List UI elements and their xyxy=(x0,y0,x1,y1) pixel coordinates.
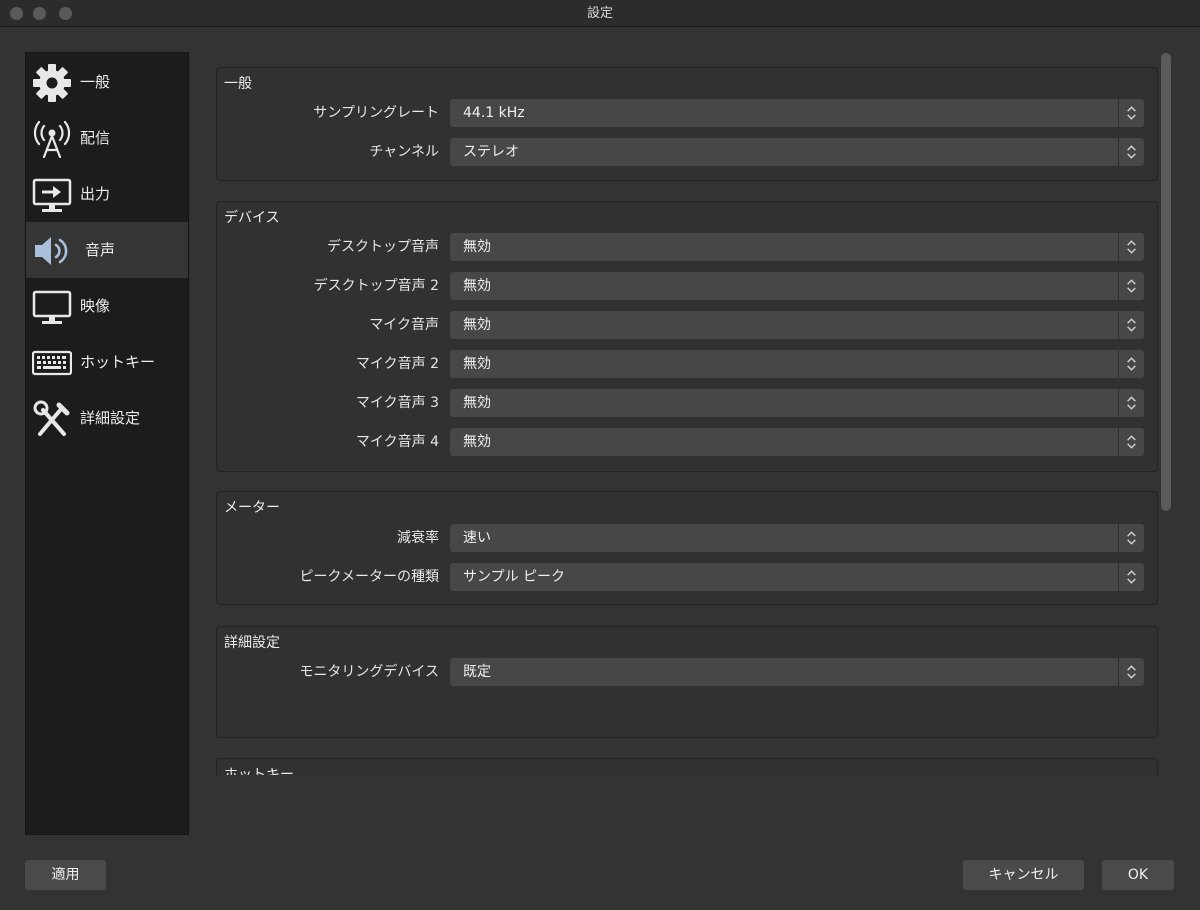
desktop-audio-select[interactable]: 無効 xyxy=(450,233,1144,261)
updown-chevron-icon xyxy=(1118,389,1136,417)
cancel-button[interactable]: キャンセル xyxy=(963,860,1084,890)
sidebar-item-label: 出力 xyxy=(80,185,111,203)
output-monitor-icon xyxy=(32,178,72,212)
monitoring-device-select[interactable]: 既定 xyxy=(450,658,1144,686)
monitor-icon xyxy=(32,290,72,324)
meters-group: メーター 減衰率 速い ピークメーターの種類 サンプル ピーク xyxy=(216,491,1158,605)
decay-rate-select[interactable]: 速い xyxy=(450,524,1144,552)
settings-window: 設定 一般 配信 出力 音声 映像 ホットキー 詳細設定 一般 サンプリングレー… xyxy=(0,0,1200,910)
mic-audio-4-select[interactable]: 無効 xyxy=(450,428,1144,456)
keyboard-icon xyxy=(32,350,72,376)
content-scrollbar[interactable] xyxy=(1161,53,1171,511)
desktop-audio-row: デスクトップ音声 無効 xyxy=(217,233,1157,261)
hotkeys-group: ホットキー xyxy=(216,758,1158,775)
sample-rate-label: サンプリングレート xyxy=(313,105,439,121)
desktop-audio-label: デスクトップ音声 xyxy=(327,239,439,255)
select-value: 無効 xyxy=(463,317,491,333)
channels-select[interactable]: ステレオ xyxy=(450,138,1144,166)
updown-chevron-icon xyxy=(1118,563,1136,591)
general-group: 一般 サンプリングレート 44.1 kHz チャンネル ステレオ xyxy=(216,67,1158,181)
settings-sidebar: 一般 配信 出力 音声 映像 ホットキー 詳細設定 xyxy=(25,52,189,835)
window-title: 設定 xyxy=(586,6,613,21)
mic-audio-2-row: マイク音声 2 無効 xyxy=(217,350,1157,378)
sidebar-item-label: 一般 xyxy=(80,73,111,91)
title-bar: 設定 xyxy=(0,0,1200,27)
broadcast-antenna-icon xyxy=(33,120,71,158)
sample-rate-row: サンプリングレート 44.1 kHz xyxy=(217,99,1157,127)
mic-audio-3-row: マイク音声 3 無効 xyxy=(217,389,1157,417)
select-value: 無効 xyxy=(463,434,491,450)
sidebar-item-stream[interactable]: 配信 xyxy=(26,110,188,166)
select-value: 無効 xyxy=(463,278,491,294)
updown-chevron-icon xyxy=(1118,99,1136,127)
mic-audio-2-label: マイク音声 2 xyxy=(355,356,439,372)
group-title: デバイス xyxy=(224,210,280,226)
decay-rate-row: 減衰率 速い xyxy=(217,524,1157,552)
tools-icon xyxy=(33,400,70,436)
select-value: 既定 xyxy=(463,664,491,680)
sidebar-item-video[interactable]: 映像 xyxy=(26,278,188,334)
peak-meter-type-label: ピークメーターの種類 xyxy=(299,569,439,585)
apply-button[interactable]: 適用 xyxy=(25,860,106,890)
sidebar-item-label: 映像 xyxy=(80,297,111,315)
peak-meter-type-select[interactable]: サンプル ピーク xyxy=(450,563,1144,591)
ok-button[interactable]: OK xyxy=(1102,860,1174,890)
gear-icon xyxy=(33,64,71,102)
sidebar-item-advanced[interactable]: 詳細設定 xyxy=(26,390,188,446)
select-value: ステレオ xyxy=(463,144,519,160)
select-value: サンプル ピーク xyxy=(463,569,566,585)
mic-audio-2-select[interactable]: 無効 xyxy=(450,350,1144,378)
monitoring-device-label: モニタリングデバイス xyxy=(299,664,439,680)
sidebar-item-general[interactable]: 一般 xyxy=(26,54,188,110)
peak-meter-type-row: ピークメーターの種類 サンプル ピーク xyxy=(217,563,1157,591)
mic-audio-3-label: マイク音声 3 xyxy=(355,395,439,411)
select-value: 無効 xyxy=(463,239,491,255)
select-value: 無効 xyxy=(463,356,491,372)
group-title: 一般 xyxy=(224,76,252,92)
desktop-audio-2-select[interactable]: 無効 xyxy=(450,272,1144,300)
mic-audio-4-label: マイク音声 4 xyxy=(355,434,439,450)
updown-chevron-icon xyxy=(1118,350,1136,378)
updown-chevron-icon xyxy=(1118,428,1136,456)
sample-rate-select[interactable]: 44.1 kHz xyxy=(450,99,1144,127)
sidebar-item-label: 詳細設定 xyxy=(80,409,141,427)
audio-settings-panel: 一般 サンプリングレート 44.1 kHz チャンネル ステレオ デバイス デス… xyxy=(216,52,1160,775)
updown-chevron-icon xyxy=(1118,658,1136,686)
sidebar-item-output[interactable]: 出力 xyxy=(26,166,188,222)
advanced-group: 詳細設定 モニタリングデバイス 既定 xyxy=(216,626,1158,738)
channels-row: チャンネル ステレオ xyxy=(217,138,1157,166)
sidebar-item-label: ホットキー xyxy=(80,353,156,371)
group-title: メーター xyxy=(224,500,280,516)
updown-chevron-icon xyxy=(1118,272,1136,300)
select-value: 44.1 kHz xyxy=(463,105,525,121)
updown-chevron-icon xyxy=(1118,311,1136,339)
devices-group: デバイス デスクトップ音声 無効 デスクトップ音声 2 無効 マイク音声 無効 xyxy=(216,201,1158,472)
decay-rate-label: 減衰率 xyxy=(397,530,439,546)
mic-audio-label: マイク音声 xyxy=(369,317,439,333)
sidebar-item-hotkeys[interactable]: ホットキー xyxy=(26,334,188,390)
mic-audio-3-select[interactable]: 無効 xyxy=(450,389,1144,417)
desktop-audio-2-label: デスクトップ音声 2 xyxy=(313,278,439,294)
select-value: 無効 xyxy=(463,395,491,411)
group-title: ホットキー xyxy=(224,767,294,775)
channels-label: チャンネル xyxy=(369,144,439,160)
sidebar-item-audio[interactable]: 音声 xyxy=(26,222,188,278)
group-title: 詳細設定 xyxy=(224,635,280,651)
updown-chevron-icon xyxy=(1118,524,1136,552)
sidebar-item-label: 配信 xyxy=(80,129,111,147)
speaker-icon xyxy=(35,237,68,265)
mic-audio-4-row: マイク音声 4 無効 xyxy=(217,428,1157,456)
mic-audio-row: マイク音声 無効 xyxy=(217,311,1157,339)
updown-chevron-icon xyxy=(1118,233,1136,261)
mic-audio-select[interactable]: 無効 xyxy=(450,311,1144,339)
select-value: 速い xyxy=(463,530,491,546)
desktop-audio-2-row: デスクトップ音声 2 無効 xyxy=(217,272,1157,300)
sidebar-item-label: 音声 xyxy=(85,241,116,259)
monitoring-device-row: モニタリングデバイス 既定 xyxy=(217,658,1157,686)
updown-chevron-icon xyxy=(1118,138,1136,166)
